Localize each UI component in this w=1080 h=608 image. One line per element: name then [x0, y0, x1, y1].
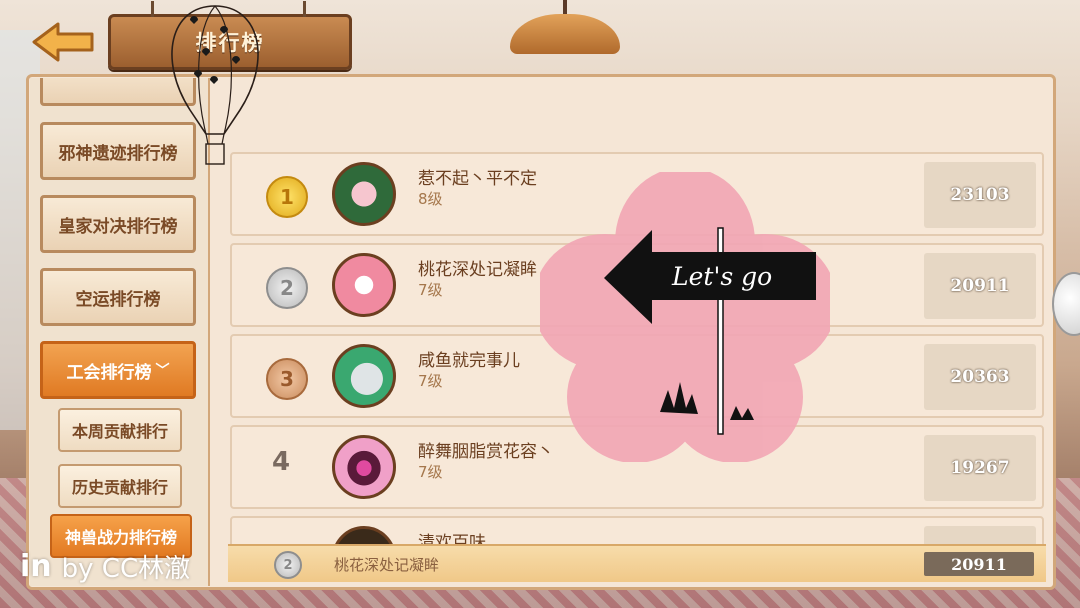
ranking-row[interactable]: 清欢百味	[230, 516, 1044, 544]
player-name: 桃花深处记凝眸	[418, 260, 537, 280]
subtab-label: 本周贡献排行	[71, 422, 168, 441]
subtab-label: 神兽战力排行榜	[64, 528, 177, 547]
player-score: 20911	[924, 253, 1036, 319]
player-name: 醉舞胭脂赏花容丶	[418, 442, 554, 462]
sidebar-item-label: 工会排行榜	[66, 362, 152, 383]
sidebar-item-royal-duel[interactable]: 皇家对决排行榜	[40, 195, 196, 253]
sidebar-item-airlift[interactable]: 空运排行榜	[40, 268, 196, 326]
board-rope	[303, 1, 306, 17]
player-score: 20363	[924, 344, 1036, 410]
back-arrow-icon	[32, 22, 94, 62]
watermark-text: by CC林澈	[61, 554, 191, 584]
sidebar-item-label: 皇家对决排行榜	[58, 216, 178, 237]
balloon-icon	[171, 5, 259, 165]
eye-avatar-icon[interactable]	[332, 435, 396, 499]
bronze-medal-icon: 3	[266, 358, 308, 400]
player-score: 19267	[924, 435, 1036, 501]
player-score: 23103	[924, 162, 1036, 228]
my-name: 桃花深处记凝眸	[334, 556, 440, 574]
player-name: 惹不起丶平不定	[418, 169, 537, 189]
player-level: 7级	[418, 372, 443, 390]
lets-go-sticker: Let's go	[533, 167, 837, 463]
my-score: 20911	[924, 552, 1034, 576]
player-level: 7级	[418, 463, 443, 481]
player-level: 8级	[418, 190, 443, 208]
sticker-text: Let's go	[672, 262, 773, 291]
rank-number: 4	[272, 447, 291, 477]
player-name: 咸鱼就完事儿	[418, 351, 520, 371]
subtab-weekly-contribution[interactable]: 本周贡献排行	[58, 408, 182, 452]
sidebar-item-guild[interactable]: 工会排行榜 ﹀	[40, 341, 196, 399]
player-level: 7级	[418, 281, 443, 299]
player-score	[924, 526, 1036, 544]
ceiling-lamp	[510, 0, 620, 56]
silver-medal-icon: 2	[266, 267, 308, 309]
watermark-logo: in	[20, 549, 52, 584]
sidebar-item-label: 空运排行榜	[75, 289, 161, 310]
gold-medal-icon: 1	[266, 176, 308, 218]
watermark: in by CC林澈	[20, 548, 190, 585]
rose-avatar-icon[interactable]	[332, 162, 396, 226]
fish-avatar-icon[interactable]	[332, 344, 396, 408]
dark-avatar-icon[interactable]	[332, 526, 396, 544]
sakura-signpost-icon	[533, 167, 837, 463]
silver-medal-icon: 2	[274, 551, 302, 579]
my-rank-bar: 2 桃花深处记凝眸 20911	[228, 544, 1046, 582]
sakura-avatar-icon[interactable]	[332, 253, 396, 317]
player-name: 清欢百味	[418, 533, 486, 544]
back-button[interactable]	[28, 20, 98, 64]
subtab-history-contribution[interactable]: 历史贡献排行	[58, 464, 182, 508]
chevron-down-icon: ﹀	[155, 363, 170, 379]
subtab-label: 历史贡献排行	[71, 478, 168, 497]
